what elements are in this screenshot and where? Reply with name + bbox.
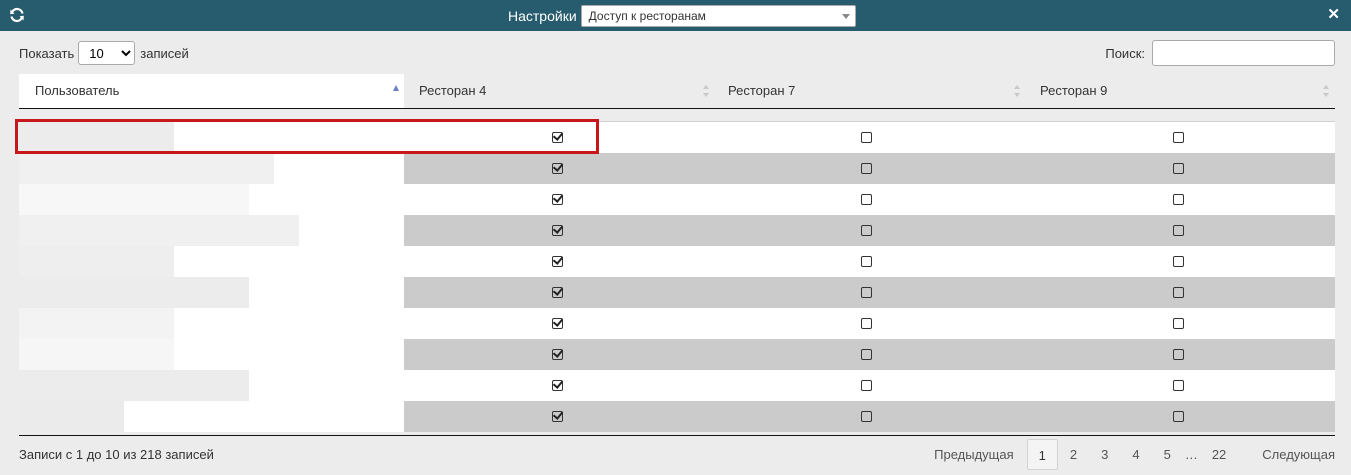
pagination-page-last[interactable]: 22 xyxy=(1200,439,1238,470)
checkbox-restaurant-7[interactable] xyxy=(861,225,872,236)
checkbox-restaurant-4[interactable] xyxy=(552,194,563,205)
user-cell-blurred xyxy=(19,184,404,215)
table-row xyxy=(19,370,1335,401)
checkbox-restaurant-4[interactable] xyxy=(552,411,563,422)
checkbox-restaurant-4[interactable] xyxy=(552,287,563,298)
settings-dropdown[interactable]: Доступ к ресторанам xyxy=(580,5,856,27)
search-control: Поиск: xyxy=(1105,40,1335,66)
checkbox-restaurant-9[interactable] xyxy=(1173,225,1184,236)
checkbox-restaurant-7[interactable] xyxy=(861,132,872,143)
column-header-label: Ресторан 9 xyxy=(1040,83,1108,98)
checkbox-restaurant-7[interactable] xyxy=(861,411,872,422)
pagination-page[interactable]: 4 xyxy=(1120,439,1151,470)
title-bar: Настройки Доступ к ресторанам ✕ xyxy=(0,0,1351,31)
table-row xyxy=(19,277,1335,308)
table-row xyxy=(19,184,1335,215)
checkbox-restaurant-9[interactable] xyxy=(1173,287,1184,298)
pagination-page[interactable]: 5 xyxy=(1152,439,1183,470)
window-title: Настройки xyxy=(508,8,577,24)
refresh-icon[interactable] xyxy=(9,7,25,23)
table-row xyxy=(19,153,1335,184)
checkbox-restaurant-4[interactable] xyxy=(552,163,563,174)
table-body xyxy=(19,121,1335,432)
sort-icon xyxy=(1323,85,1329,97)
checkbox-restaurant-4[interactable] xyxy=(552,380,563,391)
pagination-ellipsis: … xyxy=(1184,447,1198,462)
checkbox-restaurant-9[interactable] xyxy=(1173,380,1184,391)
checkbox-restaurant-9[interactable] xyxy=(1173,194,1184,205)
sort-icon xyxy=(703,85,709,97)
checkbox-restaurant-9[interactable] xyxy=(1173,411,1184,422)
pagination-page[interactable]: 2 xyxy=(1058,439,1089,470)
highlight-box xyxy=(15,119,599,154)
page-length-suffix: записей xyxy=(140,45,189,61)
checkbox-restaurant-4[interactable] xyxy=(552,349,563,360)
pagination-next[interactable]: Следующая xyxy=(1238,439,1335,470)
checkbox-restaurant-7[interactable] xyxy=(861,287,872,298)
user-cell-blurred xyxy=(19,339,404,370)
page-length-control: Показать 10 записей xyxy=(19,41,189,65)
close-icon[interactable]: ✕ xyxy=(1327,7,1340,23)
column-header-restaurant-4[interactable]: Ресторан 4 xyxy=(404,74,715,108)
checkbox-restaurant-4[interactable] xyxy=(552,225,563,236)
pagination-page[interactable]: 3 xyxy=(1089,439,1120,470)
sort-icon xyxy=(1014,85,1020,97)
user-cell-blurred xyxy=(19,277,404,308)
checkbox-restaurant-7[interactable] xyxy=(861,194,872,205)
column-header-label: Ресторан 4 xyxy=(419,83,487,98)
checkbox-restaurant-7[interactable] xyxy=(861,256,872,267)
checkbox-restaurant-9[interactable] xyxy=(1173,256,1184,267)
pagination: Предыдущая 1 2 3 4 5 … 22 Следующая xyxy=(922,439,1335,470)
column-header-user[interactable]: Пользователь xyxy=(19,74,404,108)
column-header-restaurant-9[interactable]: Ресторан 9 xyxy=(1026,74,1335,108)
sort-asc-icon xyxy=(393,85,399,91)
table-row xyxy=(19,215,1335,246)
table-row xyxy=(19,246,1335,277)
user-cell-blurred xyxy=(19,370,404,401)
checkbox-restaurant-9[interactable] xyxy=(1173,349,1184,360)
table-row xyxy=(19,339,1335,370)
user-cell-blurred xyxy=(19,401,404,432)
page-length-prefix: Показать xyxy=(19,45,75,61)
user-cell-blurred xyxy=(19,246,404,277)
table-header: Пользователь Ресторан 4 Ресторан 7 Ресто… xyxy=(19,74,1335,109)
records-info: Записи с 1 до 10 из 218 записей xyxy=(19,447,214,462)
column-header-label: Ресторан 7 xyxy=(728,83,796,98)
search-label: Поиск: xyxy=(1105,45,1145,61)
table-row xyxy=(19,308,1335,339)
search-input[interactable] xyxy=(1152,40,1335,66)
checkbox-restaurant-9[interactable] xyxy=(1173,163,1184,174)
checkbox-restaurant-7[interactable] xyxy=(861,318,872,329)
user-cell-blurred xyxy=(19,153,404,184)
checkbox-restaurant-4[interactable] xyxy=(552,256,563,267)
checkbox-restaurant-7[interactable] xyxy=(861,163,872,174)
chevron-down-icon xyxy=(841,14,850,19)
checkbox-restaurant-7[interactable] xyxy=(861,380,872,391)
column-header-restaurant-7[interactable]: Ресторан 7 xyxy=(715,74,1026,108)
column-header-label: Пользователь xyxy=(35,83,120,98)
checkbox-restaurant-9[interactable] xyxy=(1173,318,1184,329)
table-row xyxy=(19,401,1335,432)
page-length-select[interactable]: 10 xyxy=(78,41,136,65)
title-group: Настройки Доступ к ресторанам xyxy=(508,5,856,27)
user-cell-blurred xyxy=(19,215,404,246)
pagination-page-current[interactable]: 1 xyxy=(1026,439,1058,470)
checkbox-restaurant-7[interactable] xyxy=(861,349,872,360)
pagination-previous[interactable]: Предыдущая xyxy=(922,439,1027,470)
checkbox-restaurant-9[interactable] xyxy=(1173,132,1184,143)
user-cell-blurred xyxy=(19,308,404,339)
checkbox-restaurant-4[interactable] xyxy=(552,318,563,329)
table-bottom-border xyxy=(19,435,1335,436)
settings-dropdown-value: Доступ к ресторанам xyxy=(588,9,706,23)
